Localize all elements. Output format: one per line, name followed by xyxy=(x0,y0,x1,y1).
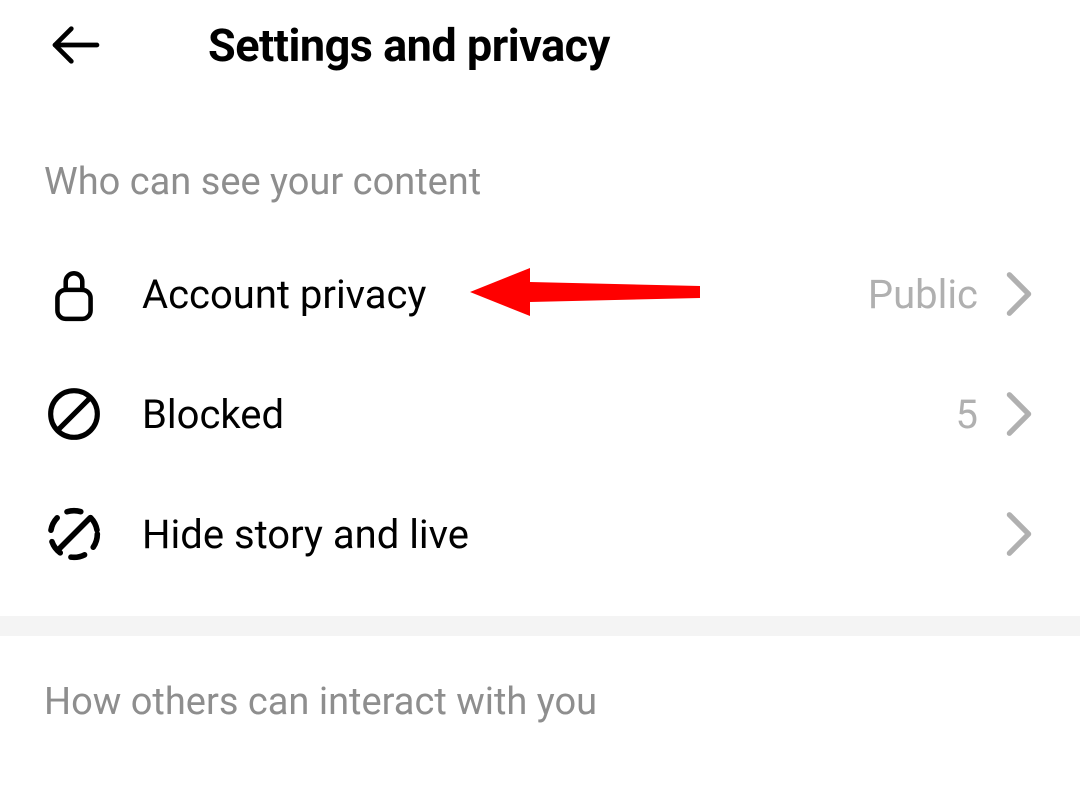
section-divider xyxy=(0,616,1080,636)
row-label: Account privacy xyxy=(142,271,868,318)
hide-story-icon xyxy=(44,504,104,564)
lock-icon xyxy=(44,264,104,324)
row-blocked[interactable]: Blocked 5 xyxy=(0,354,1080,474)
section-title-see-content: Who can see your content xyxy=(0,90,1080,234)
section-title-interact: How others can interact with you xyxy=(0,636,1080,754)
row-label: Blocked xyxy=(142,391,956,438)
row-value: Public xyxy=(868,271,978,318)
chevron-right-icon xyxy=(1002,268,1036,320)
row-label: Hide story and live xyxy=(142,511,978,558)
ban-icon xyxy=(44,384,104,444)
row-account-privacy[interactable]: Account privacy Public xyxy=(0,234,1080,354)
chevron-right-icon xyxy=(1002,508,1036,560)
back-button[interactable] xyxy=(44,13,108,77)
row-value: 5 xyxy=(956,391,978,438)
row-hide-story-live[interactable]: Hide story and live xyxy=(0,474,1080,594)
page-title: Settings and privacy xyxy=(208,19,610,72)
header: Settings and privacy xyxy=(0,0,1080,90)
chevron-right-icon xyxy=(1002,388,1036,440)
arrow-left-icon xyxy=(48,17,104,73)
